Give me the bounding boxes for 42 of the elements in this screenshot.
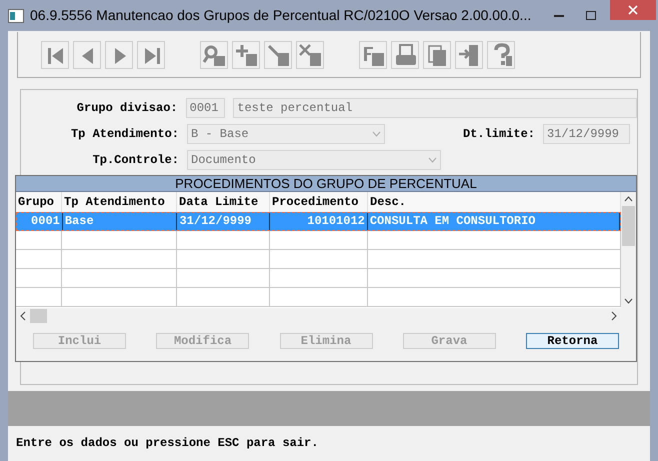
dropdown-field[interactable]: Documento xyxy=(187,150,441,170)
minimize-icon xyxy=(554,14,564,16)
field-label: Tp.Controle: xyxy=(92,152,179,169)
delete-icon xyxy=(297,42,323,68)
field-label: Dt.limite: xyxy=(462,126,535,143)
text-field[interactable]: 0001 xyxy=(186,98,226,118)
text-field[interactable]: 31/12/9999 xyxy=(543,124,630,144)
table-cell: 0001 xyxy=(17,213,63,230)
print-button[interactable] xyxy=(391,40,419,68)
scroll-thumb[interactable] xyxy=(30,308,47,322)
scroll-thumb[interactable] xyxy=(622,206,635,246)
prev-button[interactable] xyxy=(73,40,101,68)
delete-button[interactable] xyxy=(296,40,324,68)
chevron-icon xyxy=(372,131,381,137)
dialog-button[interactable]: Retorna xyxy=(526,333,619,349)
close-icon xyxy=(628,5,638,15)
last-button[interactable] xyxy=(137,40,165,68)
table-cell: CONSULTA EM CONSULTORIO xyxy=(368,213,620,230)
help-button[interactable] xyxy=(487,40,515,68)
field-label: Grupo divisao: xyxy=(76,100,178,117)
next-button[interactable] xyxy=(105,40,133,68)
maximize-icon xyxy=(586,11,596,20)
copy-button[interactable] xyxy=(423,40,451,68)
text-field[interactable]: teste percentual xyxy=(233,98,637,118)
dropdown-field[interactable]: B - Base xyxy=(187,124,385,144)
dialog-title: PROCEDIMENTOS DO GRUPO DE PERCENTUAL xyxy=(16,176,636,192)
window-title: 06.9.5556 Manutencao dos Grupos de Percentual RC/0210O Versao 2.00.00.0... xyxy=(30,6,532,25)
table-cell: 31/12/9999 xyxy=(177,213,270,230)
search-button[interactable] xyxy=(200,40,228,68)
first-button[interactable] xyxy=(41,40,69,68)
edit-button[interactable] xyxy=(264,40,292,68)
add-button[interactable] xyxy=(232,40,260,68)
close-button[interactable] xyxy=(610,0,656,20)
table-cell: Base xyxy=(62,213,178,230)
table-cell: 10101012 xyxy=(270,213,368,230)
status-message: Entre os dados ou pressione ESC para sair. xyxy=(16,435,318,452)
field-label: Tp Atendimento: xyxy=(70,126,179,143)
table-row[interactable]: 0001 Base 31/12/9999 10101012 CONSULTA EM CONSULTORIO xyxy=(16,212,621,231)
exit-button[interactable] xyxy=(455,40,483,68)
chevron-icon xyxy=(428,157,437,163)
filter-button[interactable] xyxy=(359,40,387,68)
app-icon xyxy=(8,8,24,22)
